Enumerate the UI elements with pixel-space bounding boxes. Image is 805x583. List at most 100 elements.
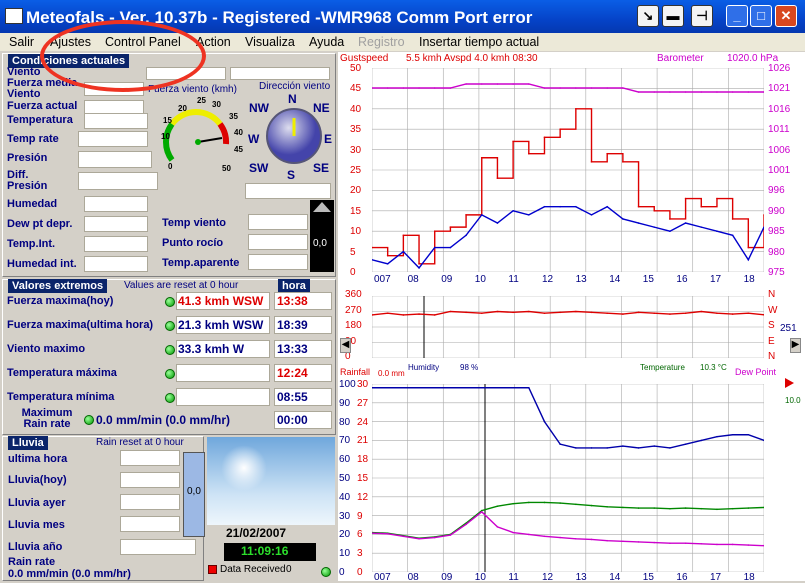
series-dewpoint-point xyxy=(418,537,420,540)
up-arrow-icon[interactable] xyxy=(313,202,331,212)
series-humidity-point xyxy=(512,386,514,389)
series-gustspeed-point xyxy=(543,136,546,139)
y-tick-left: 45 xyxy=(350,83,362,95)
value-box: 21.3 kmh WSW xyxy=(176,316,270,334)
series-avspd-point xyxy=(496,222,499,224)
series-temperature-point xyxy=(606,506,608,508)
close-button[interactable]: ✕ xyxy=(775,5,797,27)
series-gustspeed-point xyxy=(606,152,608,155)
series-dewpoint-point xyxy=(590,538,593,541)
series-direction-point xyxy=(418,313,420,315)
y-tick-humidity: 80 xyxy=(339,416,351,428)
menu-insertar[interactable]: Insertar tiempo actual xyxy=(419,35,539,49)
series-humidity-point xyxy=(716,435,718,438)
temperatura-box xyxy=(84,113,148,129)
chart-humidity-temperature xyxy=(372,384,764,572)
series-direction-point xyxy=(747,312,750,315)
series-dewpoint-point xyxy=(386,532,389,535)
series-dewpoint-point xyxy=(496,526,499,528)
time-box: 08:55 xyxy=(274,388,332,406)
minimize-button[interactable]: _ xyxy=(726,5,748,27)
series-temperature-point xyxy=(653,507,656,509)
menu-salir[interactable]: Salir xyxy=(9,35,34,49)
status-dot xyxy=(84,415,94,425)
temp-aparente-box xyxy=(248,254,308,270)
chart3-rain-val: 0.0 mm xyxy=(378,369,405,378)
series-humidity-point xyxy=(590,447,593,449)
compass-e: E xyxy=(324,132,333,146)
status-dot xyxy=(165,345,175,355)
x-tick: 14 xyxy=(609,572,621,583)
series-dewpoint-point xyxy=(575,537,577,540)
data-received-count: 0 xyxy=(286,564,292,575)
series-avspd-point xyxy=(653,226,656,228)
series-gustspeed-point xyxy=(637,205,640,208)
series-temperature-point xyxy=(622,506,624,509)
value-max-rain-rate: 0.0 mm/min (0.0 mm/hr) xyxy=(96,413,231,427)
label-fuerza-maxima-hoy: Fuerza maxima(hoy) xyxy=(7,295,114,307)
series-barometer-point xyxy=(716,91,718,93)
series-direction-point xyxy=(512,311,514,314)
status-dot xyxy=(165,297,175,307)
y-tick-left: 30 xyxy=(350,144,362,156)
y-tick-right: N xyxy=(768,289,776,300)
series-barometer-point xyxy=(418,87,420,89)
series-direction-point xyxy=(637,311,640,314)
time-viento-maximo: 13:33 xyxy=(277,342,308,356)
x-tick: 11 xyxy=(508,274,519,285)
chart-direction xyxy=(372,296,764,358)
series-humidity-point xyxy=(575,447,577,449)
toolbar-icon[interactable]: ▬ xyxy=(662,5,684,27)
series-gustspeed-point xyxy=(559,128,561,130)
compass-n: N xyxy=(288,92,297,106)
series-barometer-point xyxy=(747,91,750,93)
series-avspd-point xyxy=(386,263,389,265)
label-temp-maxima: Temperatura máxima xyxy=(7,367,117,379)
series-avspd-point xyxy=(575,205,577,208)
label-temp-rate: Temp rate xyxy=(7,133,59,145)
y-tick-temperature: 24 xyxy=(357,416,369,428)
series-humidity-point xyxy=(433,386,436,389)
series-dewpoint-point xyxy=(653,541,656,544)
gauge-red-arc xyxy=(217,122,230,145)
level-bar-value: 0,0 xyxy=(313,238,327,249)
value-box xyxy=(176,364,270,382)
y-tick-left: 15 xyxy=(350,205,362,217)
y-tick-humidity: 90 xyxy=(339,397,351,409)
series-gustspeed-point xyxy=(669,218,671,220)
resize-icon[interactable]: ↘ xyxy=(637,5,659,27)
series-avspd-point xyxy=(731,234,734,237)
y-tick-temperature: 6 xyxy=(357,529,363,541)
compass-nw: NW xyxy=(249,101,269,115)
chart1-header-right: Barometer xyxy=(657,53,704,64)
y-tick-right: 1016 xyxy=(768,103,791,115)
extremes-note: Values are reset at 0 hour xyxy=(124,280,239,291)
menu-ayuda[interactable]: Ayuda xyxy=(309,35,344,49)
series-dewpoint-point xyxy=(543,535,546,538)
chart3-dewpoint: Dew Point xyxy=(735,367,777,377)
menu-visualiza[interactable]: Visualiza xyxy=(245,35,295,49)
time-fuerza-maxima-hora: 18:39 xyxy=(277,318,308,332)
series-humidity-point xyxy=(747,433,750,436)
maximize-button[interactable]: □ xyxy=(750,5,772,27)
x-tick: 16 xyxy=(676,572,688,583)
time-box: 13:38 xyxy=(274,292,332,310)
compass-w: W xyxy=(248,132,260,146)
y-tick-right: S xyxy=(768,320,775,331)
y-tick-left: 20 xyxy=(350,185,362,197)
series-barometer xyxy=(372,83,764,93)
series-avspd-point xyxy=(449,246,452,249)
series-dewpoint-point xyxy=(512,531,514,534)
series-avspd-point xyxy=(559,205,561,208)
x-tick: 10 xyxy=(474,572,486,583)
series-dewpoint-point xyxy=(465,523,467,526)
plug-icon[interactable]: ⊣ xyxy=(691,5,713,27)
y-tick-temperature: 12 xyxy=(357,491,369,503)
label-lluvia-mes: Lluvia mes xyxy=(8,519,65,531)
scroll-left-button[interactable]: ◀ xyxy=(340,338,351,353)
scroll-right-button[interactable]: ▶ xyxy=(790,338,801,353)
y-tick-temperature: 27 xyxy=(357,397,369,409)
series-gustspeed-point xyxy=(622,161,624,163)
data-received-indicator xyxy=(208,565,217,574)
temp-int-box xyxy=(84,236,148,252)
